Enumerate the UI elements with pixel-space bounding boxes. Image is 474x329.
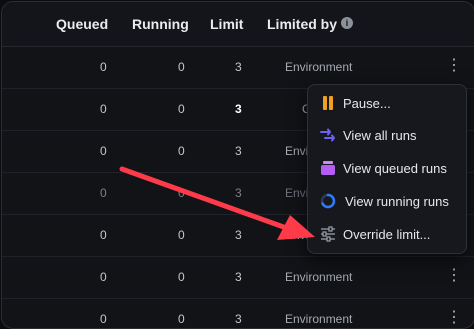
annotation-arrow xyxy=(119,166,315,240)
queues-table: Queued Running Limit Limited by i 0 0 3 … xyxy=(1,1,474,329)
